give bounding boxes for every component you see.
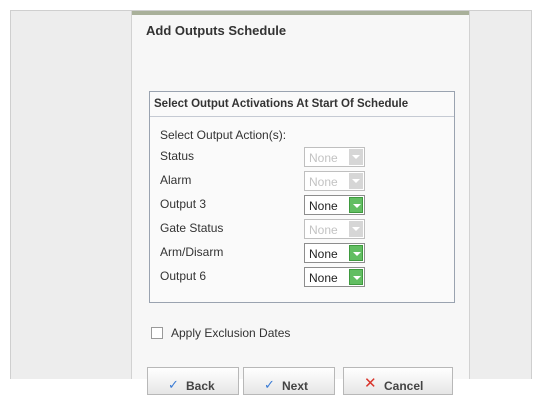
exclusion-dates-checkbox[interactable] (151, 327, 163, 339)
status-dropdown: None (304, 147, 365, 167)
chevron-down-icon (349, 149, 363, 165)
dropdown-value: None (309, 223, 338, 237)
output-row-label: Alarm (160, 173, 192, 187)
cancel-button[interactable]: ✕ Cancel (343, 367, 453, 395)
chevron-down-icon (349, 221, 363, 237)
chevron-down-icon[interactable] (349, 245, 363, 261)
output-row-gate-status: Gate Status None (160, 219, 440, 239)
output-row-label: Gate Status (160, 221, 224, 235)
output-activations-group: Select Output Activations At Start Of Sc… (149, 91, 455, 303)
dropdown-value: None (309, 199, 338, 213)
chevron-down-icon (349, 173, 363, 189)
output-row-status: Status None (160, 147, 440, 167)
arrow-right-icon: ✓ (264, 377, 275, 392)
back-button[interactable]: ✓ Back (147, 367, 239, 395)
output-actions-label: Select Output Action(s): (160, 128, 287, 142)
group-title: Select Output Activations At Start Of Sc… (154, 98, 409, 110)
chevron-down-icon[interactable] (349, 269, 363, 285)
alarm-dropdown: None (304, 171, 365, 191)
dialog-panel: Add Outputs Schedule Select Output Activ… (131, 11, 470, 395)
output-row-label: Output 6 (160, 269, 207, 283)
back-button-label: Back (186, 379, 215, 393)
next-button[interactable]: ✓ Next (243, 367, 335, 395)
group-divider (150, 116, 454, 117)
next-button-label: Next (282, 379, 309, 393)
output-row-label: Output 3 (160, 197, 207, 211)
cancel-button-label: Cancel (384, 379, 424, 393)
panel-top-border (132, 11, 469, 15)
output-row-label: Arm/Disarm (160, 245, 224, 259)
chevron-down-icon[interactable] (349, 197, 363, 213)
dialog-title: Add Outputs Schedule (146, 23, 287, 38)
output-row-output-3: Output 3 None (160, 195, 440, 215)
arrow-left-icon: ✓ (168, 377, 179, 392)
dropdown-value: None (309, 175, 338, 189)
exclusion-dates-label[interactable]: Apply Exclusion Dates (171, 326, 290, 340)
dropdown-value: None (309, 271, 338, 285)
output-6-dropdown[interactable]: None (304, 267, 365, 287)
dropdown-value: None (309, 151, 338, 165)
output-3-dropdown[interactable]: None (304, 195, 365, 215)
dropdown-value: None (309, 247, 338, 261)
output-row-label: Status (160, 149, 195, 163)
arm-disarm-dropdown[interactable]: None (304, 243, 365, 263)
output-row-arm-disarm: Arm/Disarm None (160, 243, 440, 263)
gate-status-dropdown: None (304, 219, 365, 239)
output-row-alarm: Alarm None (160, 171, 440, 191)
close-icon: ✕ (364, 375, 377, 392)
output-row-output-6: Output 6 None (160, 267, 440, 287)
